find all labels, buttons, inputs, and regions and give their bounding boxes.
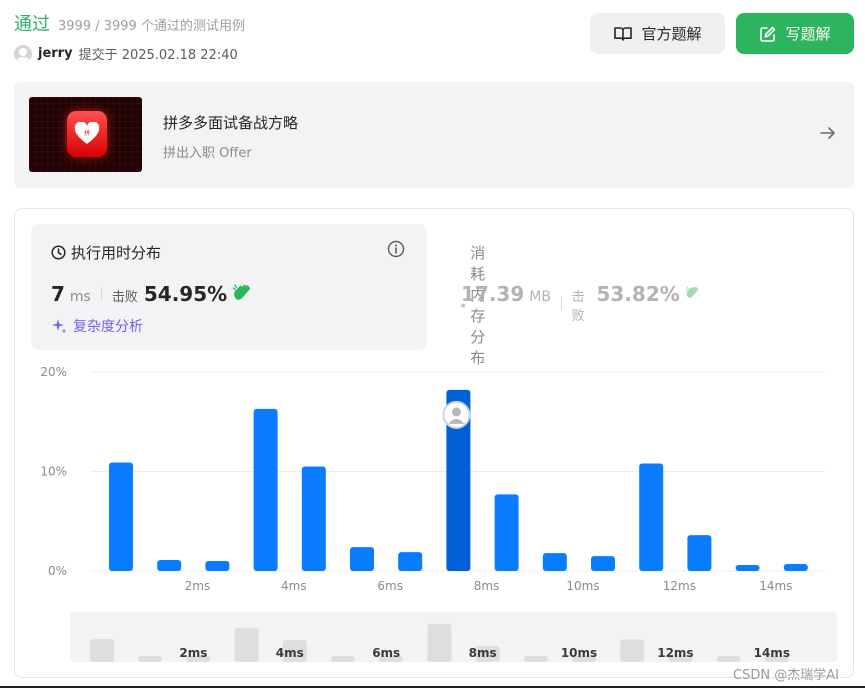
brush-bar xyxy=(475,645,500,662)
runtime-beat-label: 击败 xyxy=(111,290,138,305)
x-tick-label: 12ms xyxy=(663,579,696,593)
arrow-right-icon[interactable] xyxy=(819,124,837,142)
brush-tick-label: 8ms xyxy=(469,646,497,660)
x-tick-label: 8ms xyxy=(474,579,500,593)
brush-tick-label: 14ms xyxy=(754,646,790,660)
complexity-analysis-link[interactable]: 复杂度分析 xyxy=(51,316,143,336)
user-marker-avatar xyxy=(442,400,471,429)
user-avatar[interactable] xyxy=(14,44,32,63)
bar xyxy=(639,463,664,571)
bar xyxy=(109,462,133,571)
memory-value: 17.39 xyxy=(461,282,525,306)
brush-bar xyxy=(572,656,596,662)
submission-header: 通过 3999 / 3999 个通过的测试用例 jerry 提交于 2025.0… xyxy=(14,10,245,63)
sparkle-icon xyxy=(52,319,67,334)
bar xyxy=(494,494,519,571)
bar-highlighted xyxy=(446,389,471,571)
status-accepted: 通过 xyxy=(14,14,50,35)
svg-text:拼: 拼 xyxy=(84,129,90,137)
y-tick-label: 0% xyxy=(48,564,67,578)
brush-tick-label: 10ms xyxy=(561,646,597,660)
edit-icon xyxy=(760,26,776,42)
brush-bar xyxy=(379,656,404,662)
performance-card: 执行用时分布 7 ms 击败 54.95% 复杂度分析 消耗内存分布 17.39… xyxy=(14,208,854,678)
bar xyxy=(205,561,230,571)
brush-bar xyxy=(427,623,452,662)
runtime-unit: ms xyxy=(69,289,91,305)
brush-bar xyxy=(764,656,789,662)
brush-tick-label: 4ms xyxy=(276,646,304,660)
x-tick-label: 2ms xyxy=(185,579,211,593)
bar xyxy=(542,553,567,571)
memory-unit: MB xyxy=(529,289,551,305)
runtime-value: 7 xyxy=(51,282,65,306)
bar xyxy=(301,466,326,571)
book-icon xyxy=(614,26,633,41)
y-tick-label: 20% xyxy=(40,365,67,379)
x-tick-label: 4ms xyxy=(281,579,307,593)
official-solution-button[interactable]: 官方题解 xyxy=(590,13,725,54)
promo-banner[interactable]: 拼 拼多多面试备战方略 拼出入职 Offer xyxy=(14,82,854,188)
pinduoduo-logo-icon: 拼 xyxy=(67,111,107,157)
runtime-title: 执行用时分布 xyxy=(71,244,162,262)
divider xyxy=(560,296,562,310)
brush-tick-label: 12ms xyxy=(657,646,693,660)
clap-icon xyxy=(685,286,698,298)
write-solution-button[interactable]: 写题解 xyxy=(736,13,854,54)
x-tick-label: 14ms xyxy=(759,579,792,593)
brush-bar xyxy=(282,639,307,662)
memory-beat-label: 击败 xyxy=(571,290,585,324)
brush-bar xyxy=(138,656,163,662)
divider xyxy=(100,287,102,301)
submission-detail-page: 通过 3999 / 3999 个通过的测试用例 jerry 提交于 2025.0… xyxy=(0,0,865,688)
bar xyxy=(687,535,712,571)
bar xyxy=(591,556,615,571)
x-tick-label: 6ms xyxy=(377,579,403,593)
promo-subtitle: 拼出入职 Offer xyxy=(163,146,252,161)
brush-bar xyxy=(620,639,645,662)
clock-icon xyxy=(51,245,66,260)
user-marker-head xyxy=(451,407,461,417)
bar xyxy=(735,565,760,571)
bar xyxy=(398,552,423,571)
bar xyxy=(783,564,808,571)
runtime-beat-value: 54.95% xyxy=(143,282,228,306)
brush-bar xyxy=(331,656,355,662)
brush-bar xyxy=(186,656,211,662)
brush-bar xyxy=(234,627,259,662)
memory-beat-value: 53.82% xyxy=(596,282,680,306)
range-brush xyxy=(70,612,837,662)
brush-tick-label: 2ms xyxy=(179,646,207,660)
y-tick-label: 10% xyxy=(40,465,67,479)
promo-title: 拼多多面试备战方略 xyxy=(163,114,299,132)
runtime-panel[interactable]: 执行用时分布 7 ms 击败 54.95% 复杂度分析 xyxy=(31,224,427,350)
bar xyxy=(350,547,374,571)
complexity-label: 复杂度分析 xyxy=(73,319,143,335)
promo-image: 拼 xyxy=(29,97,142,172)
user-marker-body xyxy=(448,418,465,424)
brush-tick-label: 6ms xyxy=(372,646,400,660)
bar xyxy=(253,408,278,571)
brush-bar xyxy=(716,656,741,662)
test-cases-count: 3999 / 3999 个通过的测试用例 xyxy=(58,19,245,34)
brush-bar xyxy=(668,654,693,662)
info-icon[interactable] xyxy=(387,240,405,258)
official-solution-label: 官方题解 xyxy=(641,26,702,43)
bar xyxy=(157,560,182,571)
x-tick-label: 10ms xyxy=(566,579,599,593)
clap-icon xyxy=(233,284,251,300)
write-solution-label: 写题解 xyxy=(785,26,831,43)
brush-bar xyxy=(523,656,548,662)
watermark: CSDN @杰瑞学AI xyxy=(733,668,839,683)
brush-bar xyxy=(90,639,114,662)
username[interactable]: jerry xyxy=(38,46,73,61)
submitted-time: 提交于 2025.02.18 22:40 xyxy=(78,48,238,63)
